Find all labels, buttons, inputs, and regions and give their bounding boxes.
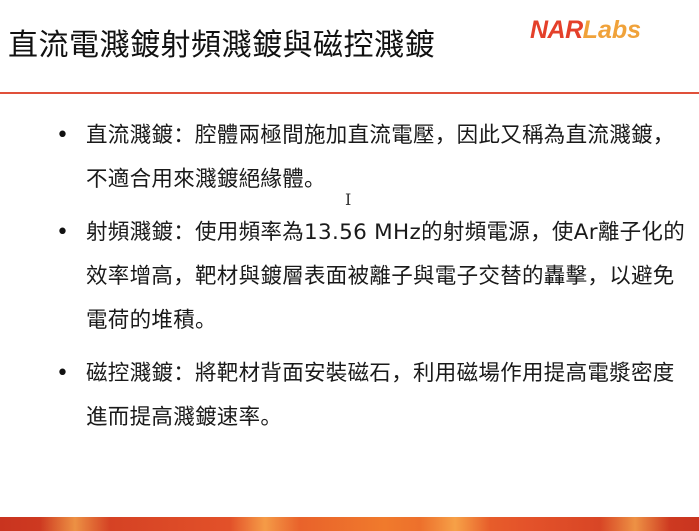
footer-highlight: [420, 517, 490, 531]
bullet-text-magnetron-sputtering: 磁控濺鍍：將靶材背面安裝磁石，利用磁場作用提高電漿密度進而提高濺鍍速率。: [86, 361, 675, 430]
footer-highlight: [230, 517, 300, 531]
bullet-list: • 直流濺鍍：腔體兩極間施加直流電壓，因此又稱為直流濺鍍，不適合用來濺鍍絕緣體。…: [56, 114, 696, 449]
list-item: • 射頻濺鍍：使用頻率為13.56 MHz的射頻電源，使Ar離子化的效率增高，靶…: [56, 211, 696, 343]
bullet-icon: •: [56, 220, 69, 245]
slide-title: 直流電濺鍍射頻濺鍍與磁控濺鍍: [8, 28, 435, 63]
narlabs-logo: NARLabs: [530, 16, 641, 45]
logo-part-labs: Labs: [582, 16, 642, 44]
text-cursor-icon: I: [345, 190, 352, 209]
footer-bar: [0, 517, 699, 531]
list-item: • 磁控濺鍍：將靶材背面安裝磁石，利用磁場作用提高電漿密度進而提高濺鍍速率。: [56, 352, 696, 440]
title-divider: [0, 92, 699, 94]
list-item: • 直流濺鍍：腔體兩極間施加直流電壓，因此又稱為直流濺鍍，不適合用來濺鍍絕緣體。: [56, 114, 696, 202]
bullet-icon: •: [56, 123, 69, 148]
logo-part-nar: NAR: [530, 16, 583, 44]
footer-highlight: [40, 517, 110, 531]
footer-highlight: [600, 517, 670, 531]
bullet-text-rf-sputtering: 射頻濺鍍：使用頻率為13.56 MHz的射頻電源，使Ar離子化的效率增高，靶材與…: [86, 220, 686, 333]
slide: 直流電濺鍍射頻濺鍍與磁控濺鍍 NARLabs • 直流濺鍍：腔體兩極間施加直流電…: [0, 0, 699, 531]
bullet-text-dc-sputtering: 直流濺鍍：腔體兩極間施加直流電壓，因此又稱為直流濺鍍，不適合用來濺鍍絕緣體。: [86, 123, 675, 192]
bullet-icon: •: [56, 361, 69, 386]
